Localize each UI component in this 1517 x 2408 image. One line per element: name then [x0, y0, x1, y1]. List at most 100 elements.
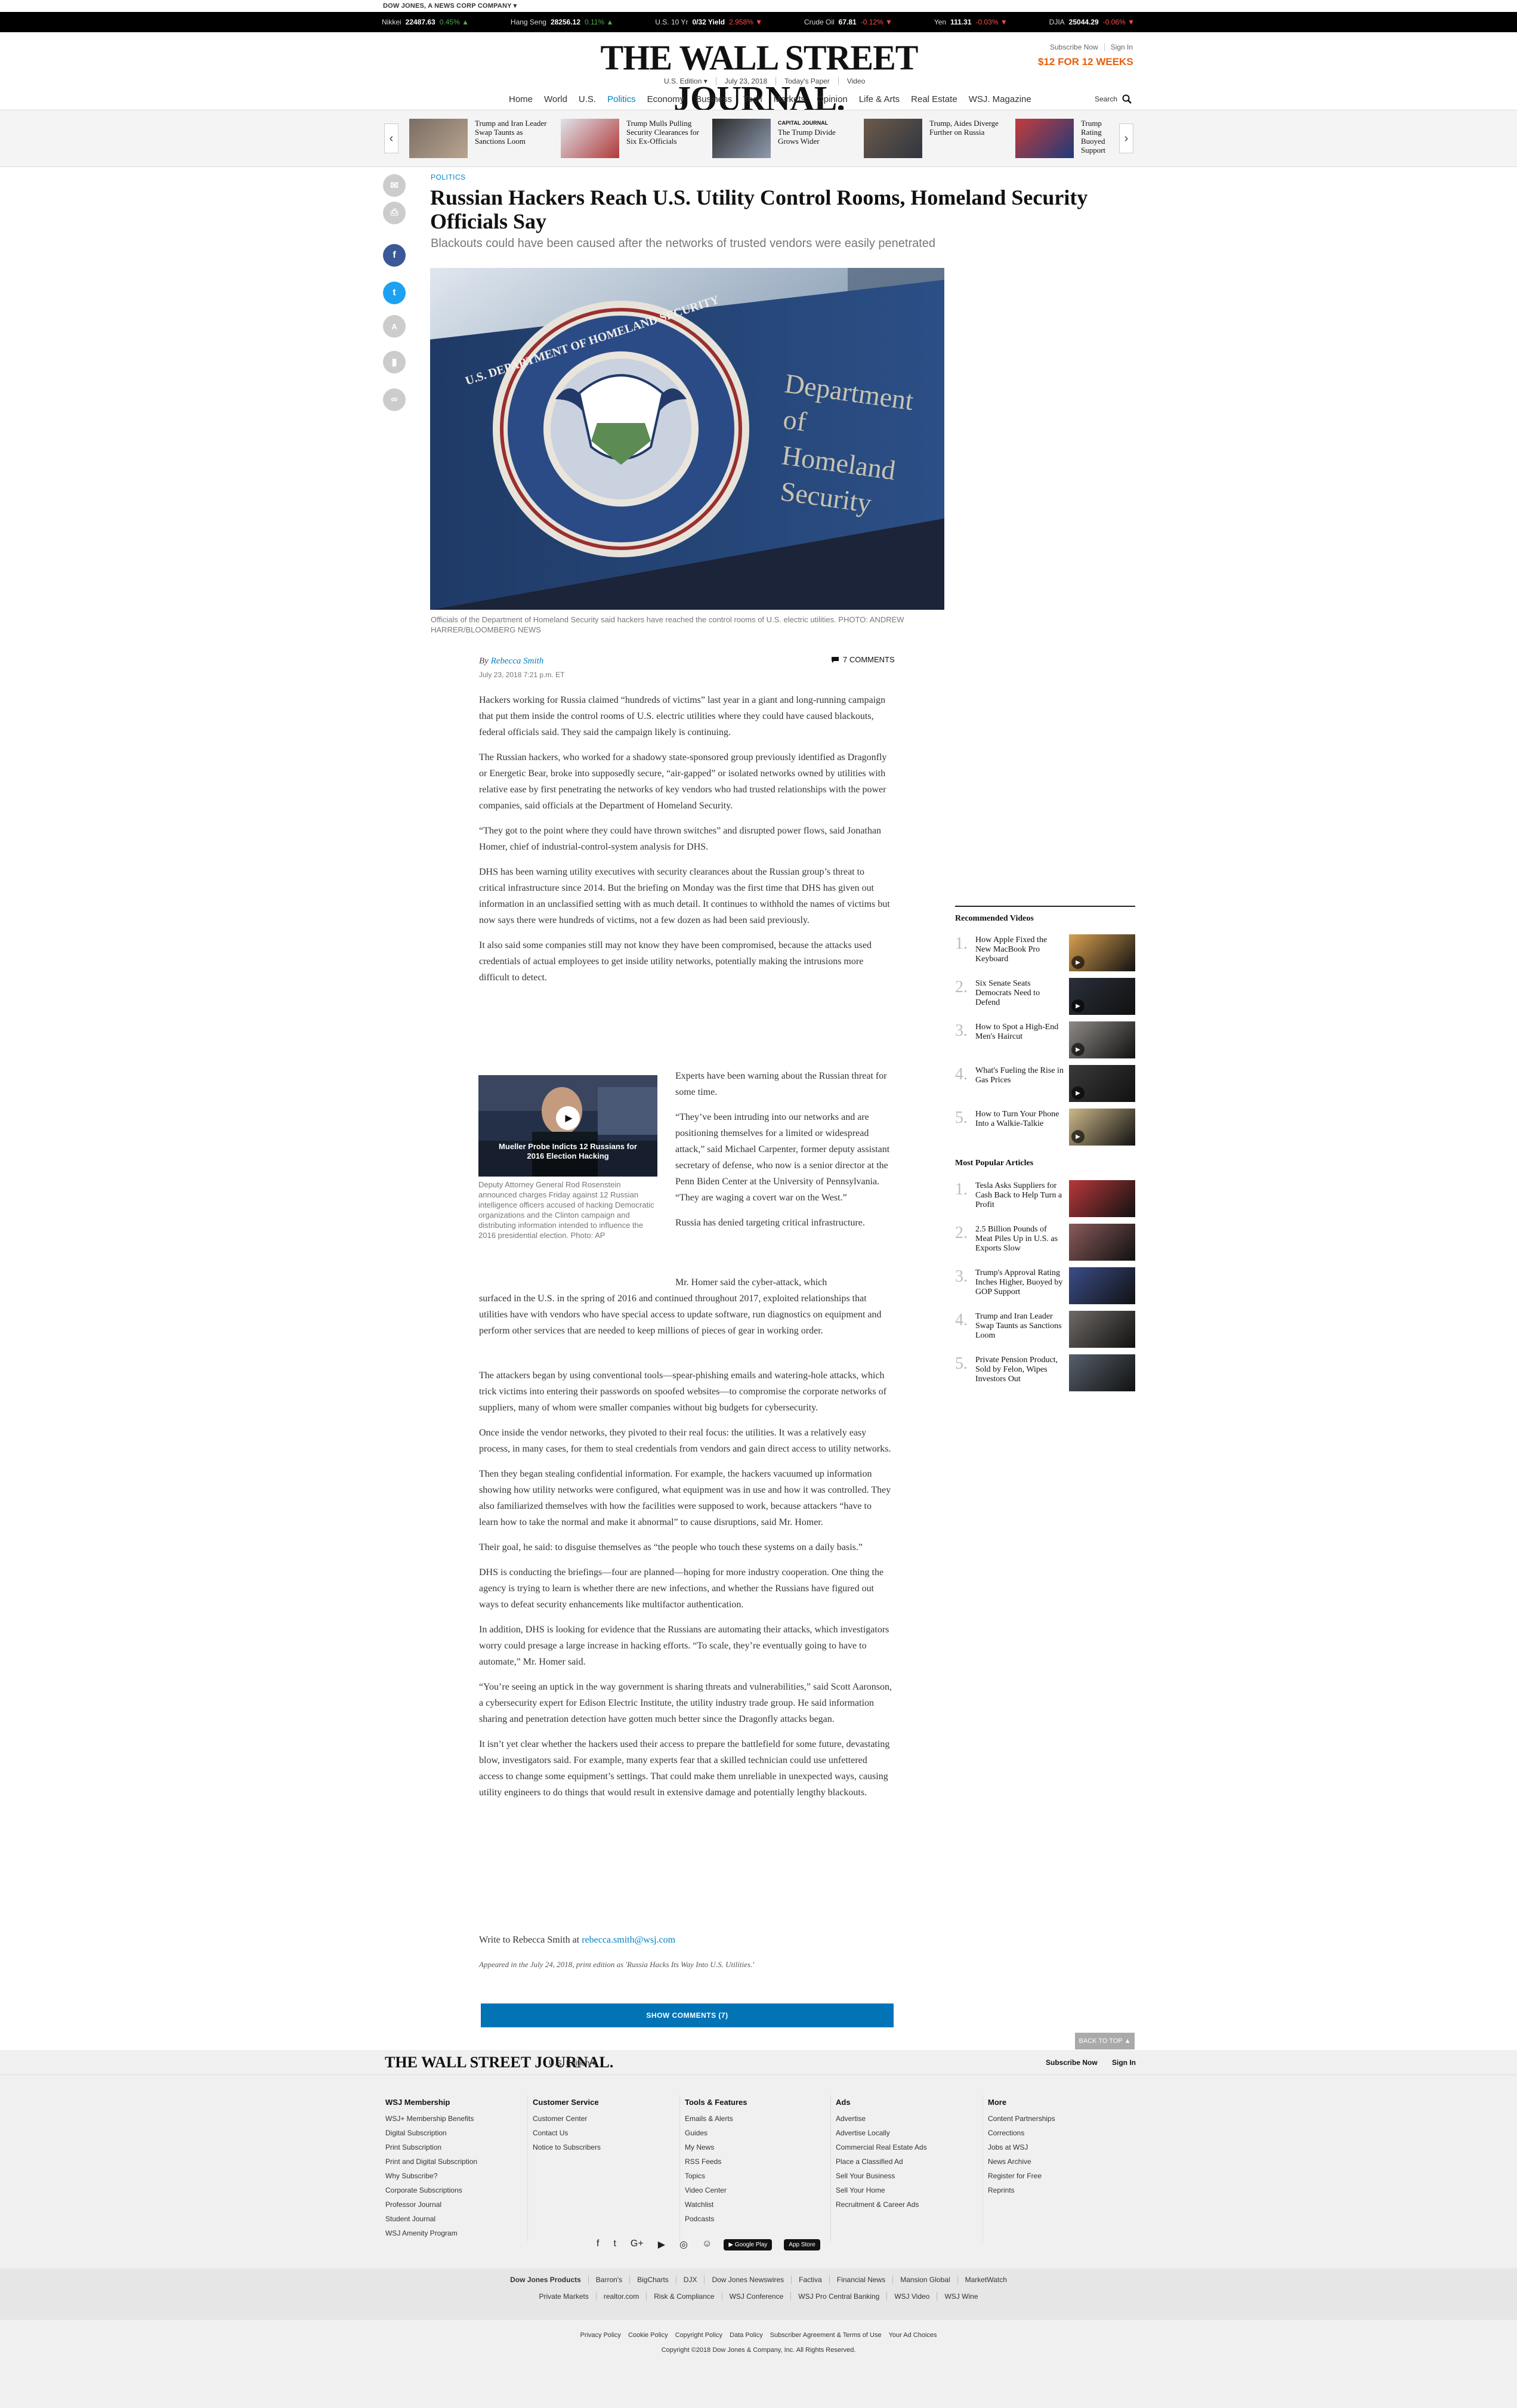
footer-link[interactable]: Reprints [988, 2183, 1055, 2197]
footer-link[interactable]: Emails & Alerts [685, 2111, 747, 2126]
story-thumbnail[interactable] [561, 119, 619, 158]
nav-item-politics[interactable]: Politics [607, 94, 636, 104]
recommended-video-item[interactable]: 5. How to Turn Your Phone Into a Walkie-T… [955, 1109, 1135, 1147]
footer-link[interactable]: Guides [685, 2126, 747, 2140]
popular-article-item[interactable]: 5. Private Pension Product, Sold by Felon… [955, 1354, 1135, 1393]
snapchat-icon[interactable]: ☺ [702, 2239, 712, 2250]
nav-item-markets[interactable]: Markets [774, 94, 805, 104]
product-link[interactable]: Dow Jones Newswires [704, 2276, 784, 2284]
footer-link[interactable]: Print Subscription [385, 2140, 477, 2154]
todays-paper-link[interactable]: Today's Paper [776, 77, 830, 85]
popular-article-item[interactable]: 4. Trump and Iran Leader Swap Taunts as S… [955, 1311, 1135, 1349]
footer-link[interactable]: Watchlist [685, 2197, 747, 2212]
nav-item-home[interactable]: Home [509, 94, 533, 104]
text-size-button[interactable]: A [383, 315, 406, 338]
footer-link[interactable]: Sell Your Home [836, 2183, 927, 2197]
item-title[interactable]: How Apple Fixed the New MacBook Pro Keyb… [975, 936, 1065, 964]
footer-link[interactable]: Advertise Locally [836, 2126, 927, 2140]
section-label[interactable]: POLITICS [431, 173, 466, 181]
nav-item-real-estate[interactable]: Real Estate [911, 94, 957, 104]
footer-link[interactable]: RSS Feeds [685, 2154, 747, 2169]
item-thumbnail[interactable] [1069, 1311, 1135, 1348]
play-button[interactable]: ▶ [556, 1106, 580, 1130]
legal-link[interactable]: Privacy Policy [580, 2332, 620, 2339]
product-link[interactable]: Barron's [588, 2276, 622, 2284]
legal-link[interactable]: Your Ad Choices [889, 2332, 937, 2339]
footer-link[interactable]: Podcasts [685, 2212, 747, 2226]
product-link[interactable]: WSJ Wine [937, 2292, 978, 2301]
nav-item-tech[interactable]: Tech [743, 94, 762, 104]
sign-in-link[interactable]: Sign In [1104, 43, 1133, 51]
nav-item-economy[interactable]: Economy [647, 94, 685, 104]
recommended-video-item[interactable]: 3. How to Spot a High-End Men's Haircut ▶ [955, 1021, 1135, 1060]
ticker-item[interactable]: Crude Oil 67.81 -0.12% ▼ [804, 18, 892, 26]
item-thumbnail[interactable]: ▶ [1069, 1065, 1135, 1102]
back-to-top-button[interactable]: BACK TO TOP ▲ [1075, 2033, 1135, 2049]
ticker-item[interactable]: DJIA 25044.29 -0.06% ▼ [1049, 18, 1135, 26]
popular-article-item[interactable]: 3. Trump's Approval Rating Inches Higher,… [955, 1267, 1135, 1305]
item-title[interactable]: How to Turn Your Phone Into a Walkie-Tal… [975, 1110, 1065, 1129]
footer-link[interactable]: Corporate Subscriptions [385, 2183, 477, 2197]
footer-link[interactable]: Register for Free [988, 2169, 1055, 2183]
footer-link[interactable]: Recruitment & Career Ads [836, 2197, 927, 2212]
footer-sign-in-link[interactable]: Sign In [1112, 2058, 1136, 2067]
nav-item-business[interactable]: Business [696, 94, 732, 104]
footer-edition-picker[interactable]: U.S. Edition ▾ [549, 2058, 596, 2068]
facebook-icon[interactable]: f [597, 2239, 599, 2250]
comments-link[interactable]: 7 COMMENTS [831, 655, 895, 664]
video-inset[interactable]: ▶ Mueller Probe Indicts 12 Russians for … [478, 1075, 657, 1177]
popular-article-item[interactable]: 2. 2.5 Billion Pounds of Meat Piles Up in… [955, 1224, 1135, 1262]
carousel-story[interactable]: CAPITAL JOURNAL The Trump Divide Grows Wi… [712, 119, 858, 158]
footer-link[interactable]: Professor Journal [385, 2197, 477, 2212]
footer-link[interactable]: Sell Your Business [836, 2169, 927, 2183]
story-title[interactable]: Trump and Iran Leader Swap Taunts as San… [475, 119, 546, 146]
carousel-story[interactable]: Trump Mulls Pulling Security Clearances … [561, 119, 707, 158]
item-title[interactable]: Six Senate Seats Democrats Need to Defen… [975, 979, 1065, 1008]
dow-jones-menu[interactable]: DOW JONES, A NEWS CORP COMPANY ▾ [383, 2, 517, 10]
story-thumbnail[interactable] [1015, 119, 1074, 158]
facebook-share-button[interactable]: f [383, 244, 406, 267]
subscribe-now-link[interactable]: Subscribe Now [1050, 43, 1098, 51]
footer-link[interactable]: Place a Classified Ad [836, 2154, 927, 2169]
footer-link[interactable]: Advertise [836, 2111, 927, 2126]
footer-link[interactable]: Student Journal [385, 2212, 477, 2226]
product-link[interactable]: BigCharts [629, 2276, 669, 2284]
item-thumbnail[interactable] [1069, 1224, 1135, 1261]
product-link[interactable]: WSJ Conference [721, 2292, 783, 2301]
story-title[interactable]: Trump, Aides Diverge Further on Russia [929, 119, 999, 137]
edition-picker[interactable]: U.S. Edition ▾ [664, 77, 707, 85]
item-thumbnail[interactable] [1069, 1180, 1135, 1217]
footer-link[interactable]: Why Subscribe? [385, 2169, 477, 2183]
footer-subscribe-link[interactable]: Subscribe Now [1046, 2058, 1098, 2067]
footer-link[interactable]: Jobs at WSJ [988, 2140, 1055, 2154]
legal-link[interactable]: Data Policy [730, 2332, 763, 2339]
search-button[interactable]: Search [1095, 94, 1132, 104]
story-text[interactable]: Trump Rating Buoyed Support [1081, 119, 1117, 158]
ticker-item[interactable]: Hang Seng 28256.12 0.11% ▲ [511, 18, 613, 26]
footer-link[interactable]: Commercial Real Estate Ads [836, 2140, 927, 2154]
story-text[interactable]: Trump and Iran Leader Swap Taunts as San… [475, 119, 552, 146]
permalink-button[interactable]: ∞ [383, 388, 406, 411]
ticker-item[interactable]: U.S. 10 Yr 0/32 Yield 2.958% ▼ [655, 18, 762, 26]
story-title[interactable]: Trump Rating Buoyed Support [1081, 119, 1105, 155]
app-store-badge[interactable]: App Store [784, 2239, 820, 2250]
video-link[interactable]: Video [838, 77, 865, 85]
footer-link[interactable]: WSJ+ Membership Benefits [385, 2111, 477, 2126]
product-link[interactable]: Risk & Compliance [646, 2292, 715, 2301]
recommended-video-item[interactable]: 2. Six Senate Seats Democrats Need to Def… [955, 978, 1135, 1016]
footer-link[interactable]: Corrections [988, 2126, 1055, 2140]
nav-item-u-s-[interactable]: U.S. [579, 94, 596, 104]
item-title[interactable]: How to Spot a High-End Men's Haircut [975, 1023, 1065, 1042]
product-link[interactable]: DJX [675, 2276, 697, 2284]
item-thumbnail[interactable]: ▶ [1069, 1109, 1135, 1146]
story-text[interactable]: Trump Mulls Pulling Security Clearances … [626, 119, 704, 146]
item-title[interactable]: Trump and Iran Leader Swap Taunts as San… [975, 1312, 1065, 1341]
footer-link[interactable]: Video Center [685, 2183, 747, 2197]
legal-link[interactable]: Copyright Policy [675, 2332, 722, 2339]
twitter-share-button[interactable]: t [383, 282, 406, 304]
google-play-badge[interactable]: ▶ Google Play [724, 2239, 773, 2250]
author-link[interactable]: Rebecca Smith [491, 656, 544, 666]
product-link[interactable]: realtor.com [595, 2292, 639, 2301]
story-title[interactable]: The Trump Divide Grows Wider [778, 128, 836, 146]
carousel-story[interactable]: Trump, Aides Diverge Further on Russia [864, 119, 1010, 158]
